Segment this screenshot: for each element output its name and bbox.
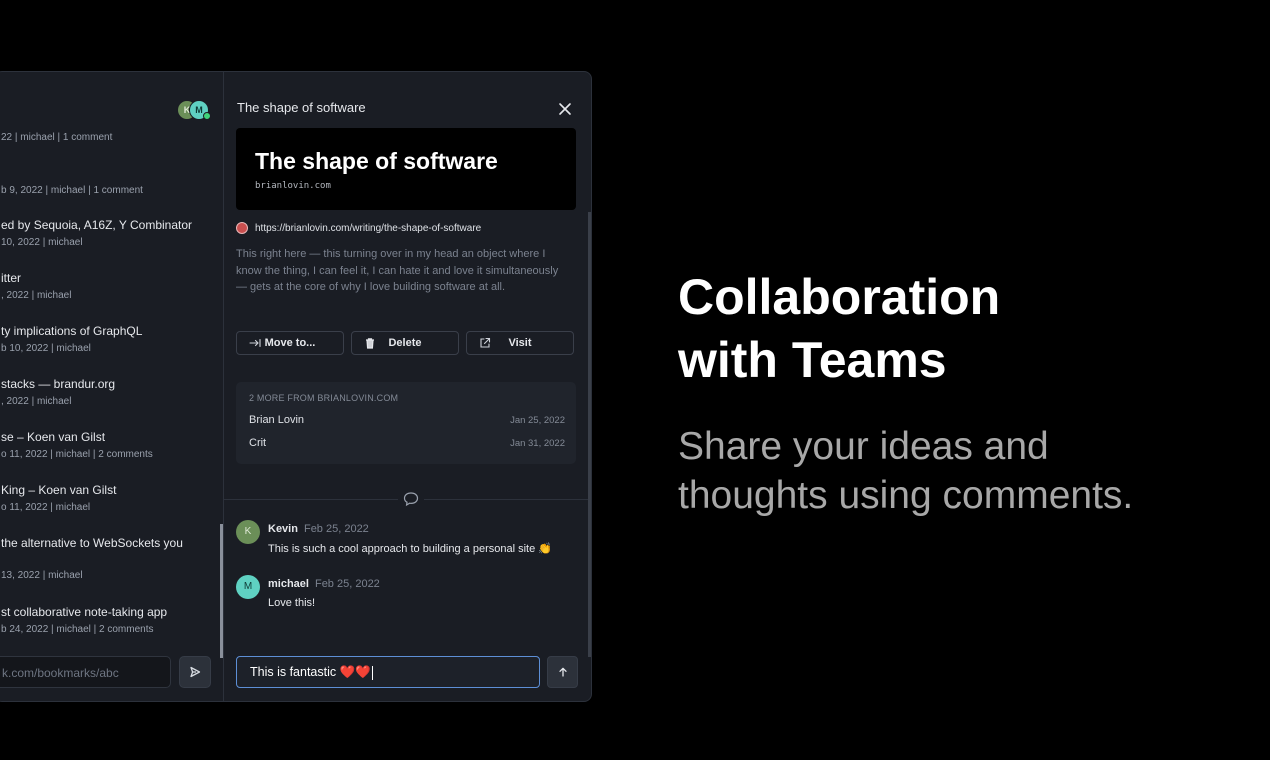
action-bar: Move to... Delete Visit [236,331,576,357]
related-title: Brian Lovin [249,414,305,426]
item-meta: b 24, 2022 | michael | 2 comments [1,624,154,635]
link-preview-image[interactable]: The shape of software brianlovin.com [236,128,576,210]
headline-line: with Teams [678,332,947,388]
source-link[interactable]: https://brianlovin.com/writing/the-shape… [236,222,481,234]
more-heading: 2 MORE FROM BRIANLOVIN.COM [249,393,399,403]
marketing-subhead: Share your ideas and thoughts using comm… [678,422,1238,520]
move-to-button[interactable]: Move to... [236,331,344,355]
delete-button[interactable]: Delete [351,331,459,355]
item-title: st collaborative note-taking app [1,605,168,619]
comment-author[interactable]: Kevin [268,523,298,535]
item-meta: b 10, 2022 | michael [1,343,91,354]
item-meta: b 9, 2022 | michael | 1 comment [1,185,143,196]
item-title: ed by Sequoia, A16Z, Y Combinator [1,218,193,232]
visit-label: Visit [508,337,532,349]
visit-button[interactable]: Visit [466,331,574,355]
related-title: Crit [249,437,267,449]
avatar[interactable]: M [236,575,260,599]
add-bookmark-input[interactable]: k.com/bookmarks/abc [0,656,171,688]
comment-input[interactable]: This is fantastic ❤️❤️ [236,656,540,688]
thread-indicator [220,524,223,658]
presence-avatars: K M [177,100,217,120]
text-caret [371,665,373,680]
move-to-label: Move to... [264,337,316,349]
delete-label: Delete [388,337,422,349]
close-button[interactable] [557,101,573,117]
list-item[interactable]: Crit Jan 31, 2022 [249,437,565,449]
preview-domain: brianlovin.com [255,181,331,191]
item-meta: 13, 2022 | michael [1,570,83,581]
comment-header: Kevin Feb 25, 2022 [268,523,369,535]
bookmark-list-panel: K M 22 | michael | 1 comment b 9, 2022 |… [0,72,224,701]
item-meta: o 11, 2022 | michael | 2 comments [1,449,153,460]
comment-date: Feb 25, 2022 [314,578,380,590]
subhead-line: Share your ideas and [678,425,1049,468]
bookmark-detail-panel: The shape of software The shape of softw… [220,72,591,701]
marketing-headline: Collaboration with Teams [678,266,1218,392]
comment-header: michael Feb 25, 2022 [268,578,380,590]
app-window: K M 22 | michael | 1 comment b 9, 2022 |… [0,71,592,702]
item-title: King – Koen van Gilst [1,483,117,497]
favicon-icon [236,222,248,234]
comment-author[interactable]: michael [268,578,309,590]
comment-body: Love this! [268,597,316,609]
comment-input-text: This is fantastic ❤️❤️ [250,665,371,679]
related-date: Jan 25, 2022 [510,415,565,426]
close-icon [559,103,571,115]
preview-heading: The shape of software [255,148,498,174]
add-bookmark-button[interactable] [179,656,211,688]
related-date: Jan 31, 2022 [510,438,565,449]
bookmark-description: This right here — this turning over in m… [236,248,559,293]
online-status-dot [203,112,211,120]
item-title: se – Koen van Gilst [1,430,106,444]
subhead-line: thoughts using comments. [678,474,1134,517]
send-icon [190,666,201,678]
list-item[interactable]: Brian Lovin Jan 25, 2022 [249,414,565,426]
item-meta: o 11, 2022 | michael [1,502,91,513]
more-from-site: 2 MORE FROM BRIANLOVIN.COM Brian Lovin J… [236,382,576,464]
avatar[interactable]: K [236,520,260,544]
item-meta: , 2022 | michael [1,290,72,301]
item-title: stacks — brandur.org [1,377,116,391]
item-title: itter [1,271,22,285]
item-meta: 22 | michael | 1 comment [1,132,113,143]
comment-date: Feb 25, 2022 [303,523,369,535]
arrow-up-icon [558,667,567,677]
headline-line: Collaboration [678,269,1001,325]
item-title: ty implications of GraphQL [1,324,143,338]
item-meta: , 2022 | michael [1,396,72,407]
comment-body: This is such a cool approach to building… [268,543,552,555]
item-title: the alternative to WebSockets you [1,536,183,550]
scrollbar[interactable] [588,212,591,657]
source-url: https://brianlovin.com/writing/the-shape… [255,222,482,234]
submit-comment-button[interactable] [547,656,578,688]
comment-bubble-icon [398,490,424,508]
item-meta: 10, 2022 | michael [1,237,83,248]
page-title: The shape of software [237,100,366,115]
